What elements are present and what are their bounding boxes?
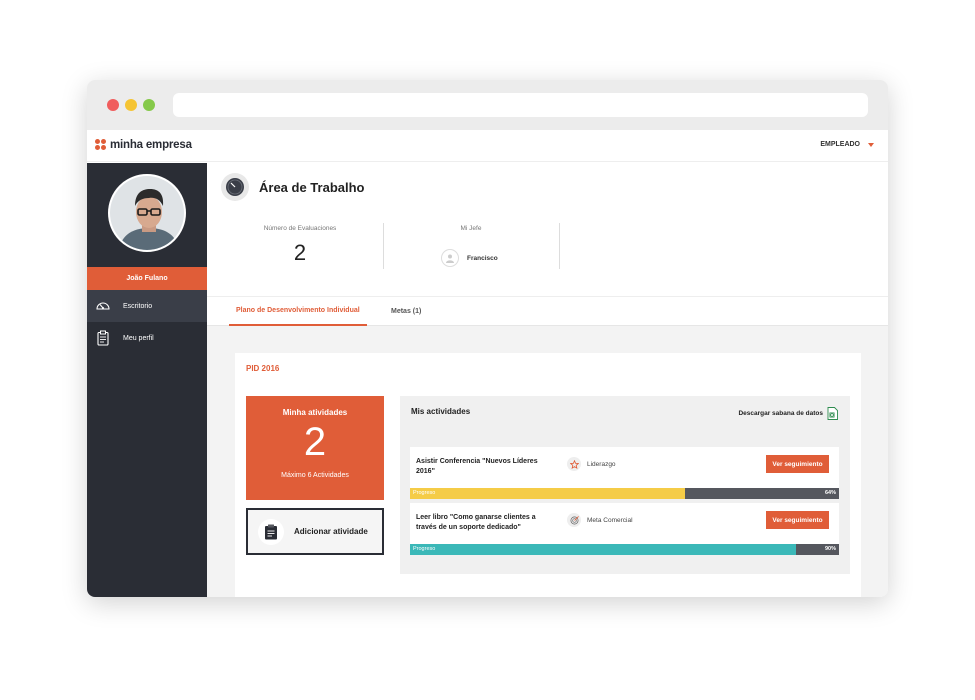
progress-fill (410, 488, 685, 499)
activity-category: Meta Comercial (567, 513, 633, 527)
user-placeholder-icon (441, 249, 459, 267)
progress-percent: 90% (824, 546, 836, 552)
activity-row: Asistir Conferencia "Nuevos Líderes 2016… (410, 447, 839, 499)
clipboard-icon (97, 330, 109, 346)
add-activity-label: Adicionar atividade (294, 527, 368, 536)
activity-category-label: Meta Comercial (587, 516, 633, 524)
sidebar: João Fulano Escritorio Meu perfil (87, 163, 207, 597)
progress-fill (410, 544, 797, 555)
sidebar-item-label: Escritorio (123, 302, 153, 310)
dashboard-clock-icon (221, 173, 249, 201)
progress-percent: 64% (824, 490, 836, 496)
browser-window: minha empresa EMPLEADO João Fulano Escri… (87, 80, 888, 597)
activity-category-label: Liderazgo (587, 460, 616, 468)
progress-bar: Progreso 64% (410, 488, 839, 499)
close-window-button[interactable] (107, 99, 119, 111)
sidebar-user-name: João Fulano (87, 267, 207, 290)
target-icon (567, 513, 581, 527)
download-label: Descargar sabana de datos (738, 410, 823, 417)
logo-text: minha empresa (110, 139, 192, 151)
add-activity-button[interactable]: Adicionar atividade (246, 508, 384, 555)
activity-row: Leer libro "Como ganarse clientes a trav… (410, 503, 839, 555)
clipboard-icon (258, 518, 284, 545)
activity-category: Liderazgo (567, 457, 616, 471)
count-max-label: Máximo 6 Actividades (281, 472, 349, 479)
view-tracking-button[interactable]: Ver seguimiento (766, 511, 829, 529)
stat-divider (383, 223, 384, 269)
user-role-menu[interactable]: EMPLEADO (820, 141, 874, 148)
maximize-window-button[interactable] (143, 99, 155, 111)
count-label: Minha atividades (282, 408, 348, 417)
tab-plano-desenvolvimento[interactable]: Plano de Desenvolvimento Individual (229, 297, 367, 326)
pid-title: PID 2016 (246, 364, 280, 373)
user-avatar[interactable] (108, 174, 186, 252)
evaluations-stat: Número de Evaluaciones 2 (237, 225, 363, 270)
user-role-label: EMPLEADO (820, 141, 860, 148)
sidebar-item-escritorio[interactable]: Escritorio (87, 290, 207, 322)
address-bar[interactable] (173, 93, 868, 117)
star-badge-icon (567, 457, 581, 471)
sidebar-item-label: Meu perfil (123, 334, 154, 342)
sidebar-item-meu-perfil[interactable]: Meu perfil (87, 322, 207, 354)
app-logo[interactable]: minha empresa (95, 139, 192, 151)
activity-name: Asistir Conferencia "Nuevos Líderes 2016… (416, 458, 538, 475)
tab-metas[interactable]: Metas (1) (391, 297, 421, 326)
browser-chrome (87, 80, 888, 130)
download-data-link[interactable]: Descargar sabana de datos (738, 407, 838, 420)
evaluations-label: Número de Evaluaciones (263, 225, 337, 232)
page-title-wrap: Área de Trabalho (221, 173, 364, 201)
boss-info[interactable]: Francisco (441, 249, 498, 267)
activities-panel: Mis actividades Descargar sabana de dato… (400, 396, 850, 574)
view-tracking-button[interactable]: Ver seguimiento (766, 455, 829, 473)
boss-name: Francisco (467, 254, 498, 262)
progress-label: Progreso (413, 546, 436, 552)
evaluations-value: 2 (293, 240, 307, 265)
logo-mark-icon (95, 139, 107, 151)
activity-name: Leer libro "Como ganarse clientes a trav… (416, 514, 536, 531)
tab-bar: Plano de Desenvolvimento Individual Meta… (207, 296, 888, 326)
pid-card: PID 2016 Minha atividades 2 Máximo 6 Act… (235, 353, 861, 597)
header-panel: Área de Trabalho Número de Evaluaciones … (207, 163, 888, 296)
count-value: 2 (303, 420, 327, 464)
speedometer-icon (96, 302, 110, 310)
activities-title: Mis actividades (411, 407, 471, 416)
minimize-window-button[interactable] (125, 99, 137, 111)
progress-bar: Progreso 90% (410, 544, 839, 555)
user-photo-icon (110, 176, 184, 250)
main-content: Área de Trabalho Número de Evaluaciones … (207, 163, 888, 597)
progress-label: Progreso (413, 490, 436, 496)
top-navbar: minha empresa EMPLEADO (87, 130, 888, 162)
page-title: Área de Trabalho (259, 179, 365, 195)
caret-down-icon (868, 142, 874, 147)
activities-count-box: Minha atividades 2 Máximo 6 Actividades (246, 396, 384, 500)
excel-file-icon (827, 407, 838, 420)
stat-divider (559, 223, 560, 269)
boss-label: Mi Jefe (460, 225, 482, 232)
